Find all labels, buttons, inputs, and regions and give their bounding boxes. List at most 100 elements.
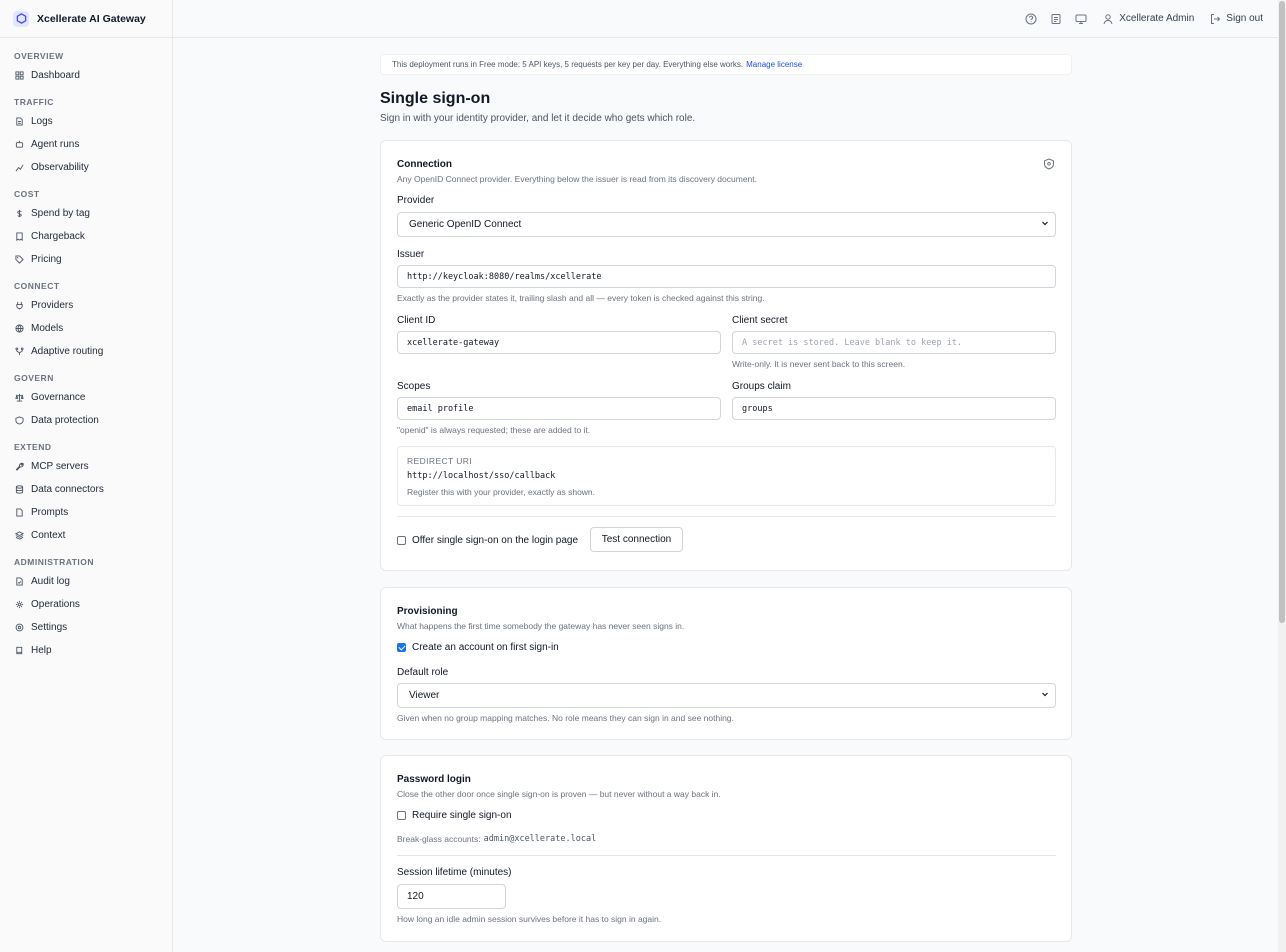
sidebar-item-label: Prompts xyxy=(31,507,69,518)
nav-section-heading: TRAFFIC xyxy=(14,97,54,107)
sidebar-item-label: Audit log xyxy=(31,576,70,587)
manage-license-link[interactable]: Manage license xyxy=(746,60,802,69)
document-icon xyxy=(15,508,24,517)
dollar-icon xyxy=(15,209,24,218)
sidebar-item-help[interactable]: Help xyxy=(0,639,172,662)
sidebar-item-dashboard[interactable]: Dashboard xyxy=(0,64,172,87)
groups-claim-label: Groups claim xyxy=(732,381,791,392)
page-title: Single sign-on xyxy=(380,90,491,107)
sidebar-item-pricing[interactable]: Pricing xyxy=(0,248,172,271)
client-secret-input[interactable]: A secret is stored. Leave blank to keep … xyxy=(732,331,1056,354)
offer-sso-label: Offer single sign-on on the login page xyxy=(412,535,579,546)
sidebar-item-label: MCP servers xyxy=(31,461,89,472)
sidebar-item-chargeback[interactable]: Chargeback xyxy=(0,225,172,248)
sidebar-item-adaptive-routing[interactable]: Adaptive routing xyxy=(0,340,172,363)
sidebar-item-label: Settings xyxy=(31,622,68,633)
route-icon xyxy=(15,347,24,356)
redirect-uri-help: Register this with your provider, exactl… xyxy=(407,487,596,497)
sidebar-item-label: Operations xyxy=(31,599,80,610)
sidebar-item-label: Models xyxy=(31,323,64,334)
provider-label: Provider xyxy=(397,195,435,206)
database-icon xyxy=(15,485,24,494)
sidebar-item-data-protection[interactable]: Data protection xyxy=(0,409,172,432)
sidebar-item-spend-by-tag[interactable]: Spend by tag xyxy=(0,202,172,225)
groups-claim-input[interactable]: groups xyxy=(732,397,1056,420)
line-chart-icon xyxy=(15,163,24,172)
create-account-checkbox[interactable] xyxy=(397,643,406,652)
page-scrollbar[interactable] xyxy=(1278,0,1286,952)
sidebar-item-agent-runs[interactable]: Agent runs xyxy=(0,133,172,156)
sidebar-item-label: Context xyxy=(31,530,66,541)
receipt-icon xyxy=(15,232,24,241)
create-account-option[interactable]: Create an account on first sign-in xyxy=(397,642,559,653)
docs-icon[interactable] xyxy=(1049,12,1062,25)
client-id-input[interactable]: xcellerate-gateway xyxy=(397,331,721,354)
sidebar-item-observability[interactable]: Observability xyxy=(0,156,172,179)
issuer-label: Issuer xyxy=(397,249,425,260)
provisioning-desc: What happens the first time somebody the… xyxy=(397,621,685,631)
provider-value: Generic OpenID Connect xyxy=(409,219,522,230)
sidebar-item-prompts[interactable]: Prompts xyxy=(0,501,172,524)
sidebar-item-providers[interactable]: Providers xyxy=(0,294,172,317)
default-role-value: Viewer xyxy=(409,690,440,701)
settings-icon xyxy=(15,623,24,632)
password-login-title: Password login xyxy=(397,774,471,785)
sidebar-nav: OVERVIEW Dashboard TRAFFIC Logs Agent runs Ob… xyxy=(0,38,172,662)
default-role-help: Given when no group mapping matches. No … xyxy=(397,713,734,723)
provider-select[interactable]: Generic OpenID Connect xyxy=(397,212,1056,237)
sidebar-item-context[interactable]: Context xyxy=(0,524,172,547)
sidebar-item-mcp-servers[interactable]: MCP servers xyxy=(0,455,172,478)
break-glass-prefix: Break-glass accounts: xyxy=(397,834,481,844)
redirect-uri-label: REDIRECT URI xyxy=(407,456,473,466)
issuer-input[interactable]: http://keycloak:8080/realms/xcellerate xyxy=(397,265,1056,288)
monitor-icon[interactable] xyxy=(1074,12,1087,25)
sidebar-item-audit-log[interactable]: Audit log xyxy=(0,570,172,593)
session-lifetime-help: How long an idle admin session survives … xyxy=(397,914,662,924)
nav-section-heading: ADMINISTRATION xyxy=(14,557,95,567)
scrollbar-thumb[interactable] xyxy=(1279,1,1285,623)
sidebar-item-label: Logs xyxy=(31,116,53,127)
sidebar-item-governance[interactable]: Governance xyxy=(0,386,172,409)
sidebar-item-logs[interactable]: Logs xyxy=(0,110,172,133)
wrench-icon xyxy=(15,462,24,471)
provisioning-card: Provisioning What happens the first time… xyxy=(380,587,1072,740)
require-sso-option[interactable]: Require single sign-on xyxy=(397,810,512,821)
offer-sso-option[interactable]: Offer single sign-on on the login page xyxy=(397,535,578,546)
help-circle-icon[interactable] xyxy=(1024,12,1037,25)
license-banner: This deployment runs in Free mode: 5 API… xyxy=(380,54,1072,75)
divider xyxy=(397,516,1056,517)
break-glass-row: Break-glass accounts: admin@xcellerate.l… xyxy=(397,834,596,844)
require-sso-checkbox[interactable] xyxy=(397,811,406,820)
sidebar-item-label: Help xyxy=(31,645,52,656)
sidebar-item-label: Pricing xyxy=(31,254,62,265)
sign-out-label: Sign out xyxy=(1226,13,1263,24)
sidebar-item-settings[interactable]: Settings xyxy=(0,616,172,639)
scopes-input[interactable]: email profile xyxy=(397,397,721,420)
nav-section-heading: CONNECT xyxy=(14,281,60,291)
connection-card: Connection Any OpenID Connect provider. … xyxy=(380,140,1072,571)
sidebar: Xcellerate AI Gateway OVERVIEW Dashboard T… xyxy=(0,0,173,952)
brand[interactable]: Xcellerate AI Gateway xyxy=(0,0,172,38)
audit-icon xyxy=(15,577,24,586)
sign-out-button[interactable]: Sign out xyxy=(1208,12,1263,25)
default-role-select[interactable]: Viewer xyxy=(397,683,1056,708)
shield-icon xyxy=(1043,158,1055,173)
redirect-uri-value: http://localhost/sso/callback xyxy=(407,471,556,481)
book-icon xyxy=(15,646,24,655)
sidebar-item-label: Governance xyxy=(31,392,86,403)
offer-sso-checkbox[interactable] xyxy=(397,536,406,545)
log-out-icon xyxy=(1208,12,1221,25)
session-lifetime-input[interactable]: 120 xyxy=(397,884,506,909)
gateway-logo-icon xyxy=(13,10,29,27)
sidebar-item-label: Data protection xyxy=(31,415,99,426)
sidebar-item-operations[interactable]: Operations xyxy=(0,593,172,616)
bot-icon xyxy=(15,140,24,149)
sidebar-item-models[interactable]: Models xyxy=(0,317,172,340)
test-connection-button[interactable]: Test connection xyxy=(590,527,683,552)
sidebar-item-data-connectors[interactable]: Data connectors xyxy=(0,478,172,501)
user-menu[interactable]: Xcellerate Admin xyxy=(1101,12,1194,25)
chevron-down-icon xyxy=(1041,219,1049,230)
password-login-desc: Close the other door once single sign-on… xyxy=(397,789,721,799)
shield-icon xyxy=(15,416,24,425)
sidebar-item-label: Providers xyxy=(31,300,74,311)
